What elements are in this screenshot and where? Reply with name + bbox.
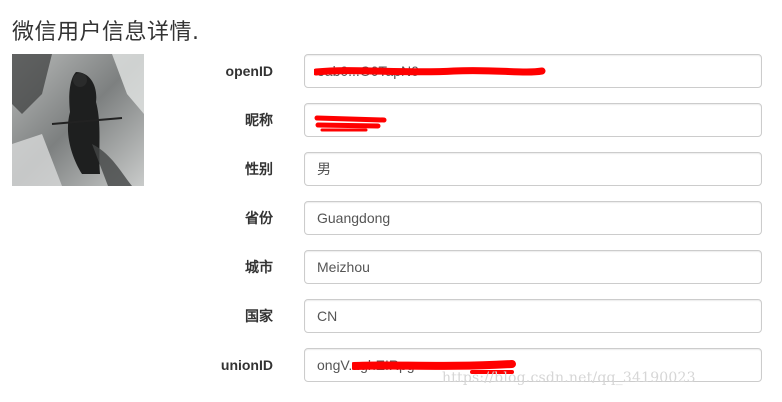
- nickname-label: 昵称: [245, 112, 273, 128]
- field-row-city: 城市 Meizhou: [0, 250, 782, 284]
- nickname-field[interactable]: [304, 103, 762, 137]
- unionid-label: unionID: [220, 357, 273, 373]
- country-field[interactable]: CN: [304, 299, 762, 333]
- field-row-nickname: 昵称: [0, 103, 782, 137]
- city-field[interactable]: Meizhou: [304, 250, 762, 284]
- gender-label: 性别: [245, 161, 273, 177]
- openid-label: openID: [225, 63, 273, 79]
- field-row-openid: openID oab0...O0TapN0: [0, 54, 782, 88]
- openid-field[interactable]: oab0...O0TapN0: [304, 54, 762, 88]
- watermark: https://blog.csdn.net/qq_34190023: [442, 370, 696, 386]
- city-label: 城市: [245, 259, 273, 275]
- page-title: 微信用户信息详情.: [12, 20, 200, 45]
- gender-field[interactable]: 男: [304, 152, 762, 186]
- country-label: 国家: [245, 308, 273, 324]
- field-row-gender: 性别 男: [0, 152, 782, 186]
- province-label: 省份: [245, 210, 273, 226]
- province-field[interactable]: Guangdong: [304, 201, 762, 235]
- field-row-province: 省份 Guangdong: [0, 201, 782, 235]
- field-row-country: 国家 CN: [0, 299, 782, 333]
